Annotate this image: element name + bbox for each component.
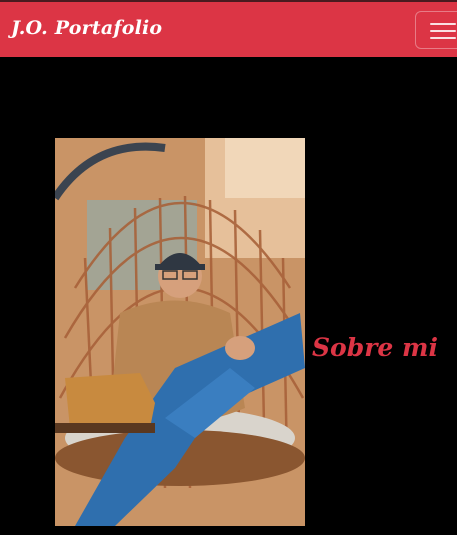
hamburger-menu-icon xyxy=(430,22,456,40)
navbar-toggler-button[interactable] xyxy=(415,11,457,49)
brand-link[interactable]: J.O. Portafolio xyxy=(11,17,162,39)
profile-photo xyxy=(55,138,305,526)
about-title: Sobre mi xyxy=(312,332,438,362)
navbar: J.O. Portafolio xyxy=(0,0,457,57)
